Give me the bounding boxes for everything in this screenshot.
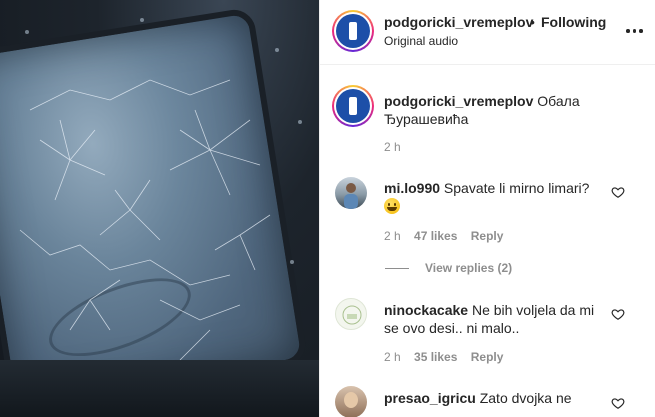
- audio-link[interactable]: Original audio: [384, 34, 458, 48]
- grinning-face-emoji: [384, 198, 400, 214]
- rain-drop: [298, 120, 302, 124]
- reply-button[interactable]: Reply: [471, 350, 504, 364]
- post-header: podgoricki_vremeplov • Following Origina…: [320, 0, 655, 65]
- caption-avatar[interactable]: [332, 85, 374, 127]
- view-replies-button[interactable]: View replies (2): [425, 261, 512, 275]
- comment-username[interactable]: mi.lo990: [384, 180, 440, 196]
- comment-text: Spavate li mirno limari?: [443, 180, 590, 196]
- more-options-icon[interactable]: [626, 22, 644, 40]
- comment-text: Zato dvojka ne: [479, 390, 572, 406]
- account-avatar[interactable]: [332, 10, 374, 52]
- comment-likes[interactable]: 47 likes: [414, 229, 457, 243]
- cake-logo-icon: [342, 305, 362, 325]
- comment-body: presao_igricu Zato dvojka ne: [384, 389, 608, 407]
- rain-drop: [275, 48, 279, 52]
- glass-cracks: [19, 79, 271, 361]
- following-button[interactable]: Following: [541, 14, 606, 30]
- comment-body: ninockacake Ne bih voljela da mi se ovo …: [384, 301, 608, 337]
- caption-username[interactable]: podgoricki_vremeplov: [384, 93, 533, 109]
- avatar[interactable]: [335, 298, 367, 330]
- replies-divider: [385, 268, 409, 269]
- user-photo: [344, 392, 358, 408]
- post-side-panel: podgoricki_vremeplov • Following Origina…: [319, 0, 655, 417]
- heart-icon[interactable]: [611, 307, 625, 321]
- post-media[interactable]: [0, 0, 319, 417]
- heart-icon[interactable]: [611, 185, 625, 199]
- avatar[interactable]: [335, 386, 367, 417]
- rain-drop: [25, 30, 29, 34]
- comment-meta: 2 h 35 likes Reply: [384, 350, 503, 364]
- comment-username[interactable]: ninockacake: [384, 302, 468, 318]
- comment-username[interactable]: presao_igricu: [384, 390, 476, 406]
- header-username[interactable]: podgoricki_vremeplov: [384, 14, 533, 30]
- comment-time: 2 h: [384, 350, 401, 364]
- reply-button[interactable]: Reply: [471, 229, 504, 243]
- comment-time: 2 h: [384, 229, 401, 243]
- user-photo: [344, 183, 358, 209]
- rain-drop: [290, 260, 294, 264]
- rain-drop: [140, 18, 144, 22]
- comment-likes[interactable]: 35 likes: [414, 350, 457, 364]
- comment-body: mi.lo990 Spavate li mirno limari?: [384, 179, 608, 215]
- heart-icon[interactable]: [611, 396, 625, 410]
- post-caption: podgoricki_vremeplov Обала Ђурашевића: [384, 92, 634, 128]
- caption-time: 2 h: [384, 140, 401, 154]
- car-hood: [0, 360, 319, 417]
- header-separator: •: [530, 14, 535, 30]
- avatar[interactable]: [335, 177, 367, 209]
- comment-meta: 2 h 47 likes Reply: [384, 229, 503, 243]
